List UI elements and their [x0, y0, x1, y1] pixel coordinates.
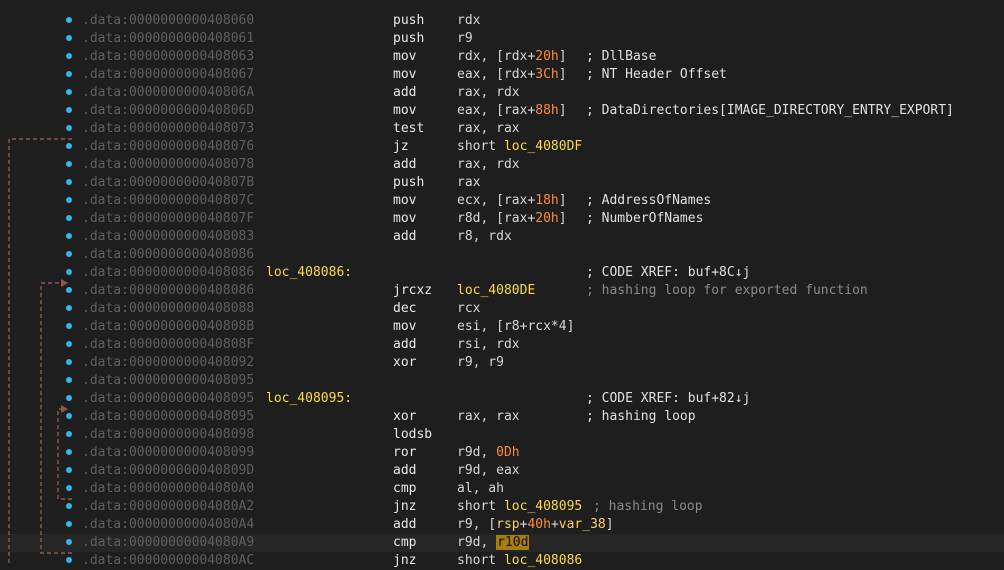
arrowhead-408086 — [61, 279, 68, 287]
branch-arrow-loop-408095 — [57, 408, 72, 500]
branch-arrows — [8, 138, 72, 564]
branch-arrow-loop-408086 — [40, 282, 72, 554]
arrowhead-408095 — [61, 405, 68, 413]
